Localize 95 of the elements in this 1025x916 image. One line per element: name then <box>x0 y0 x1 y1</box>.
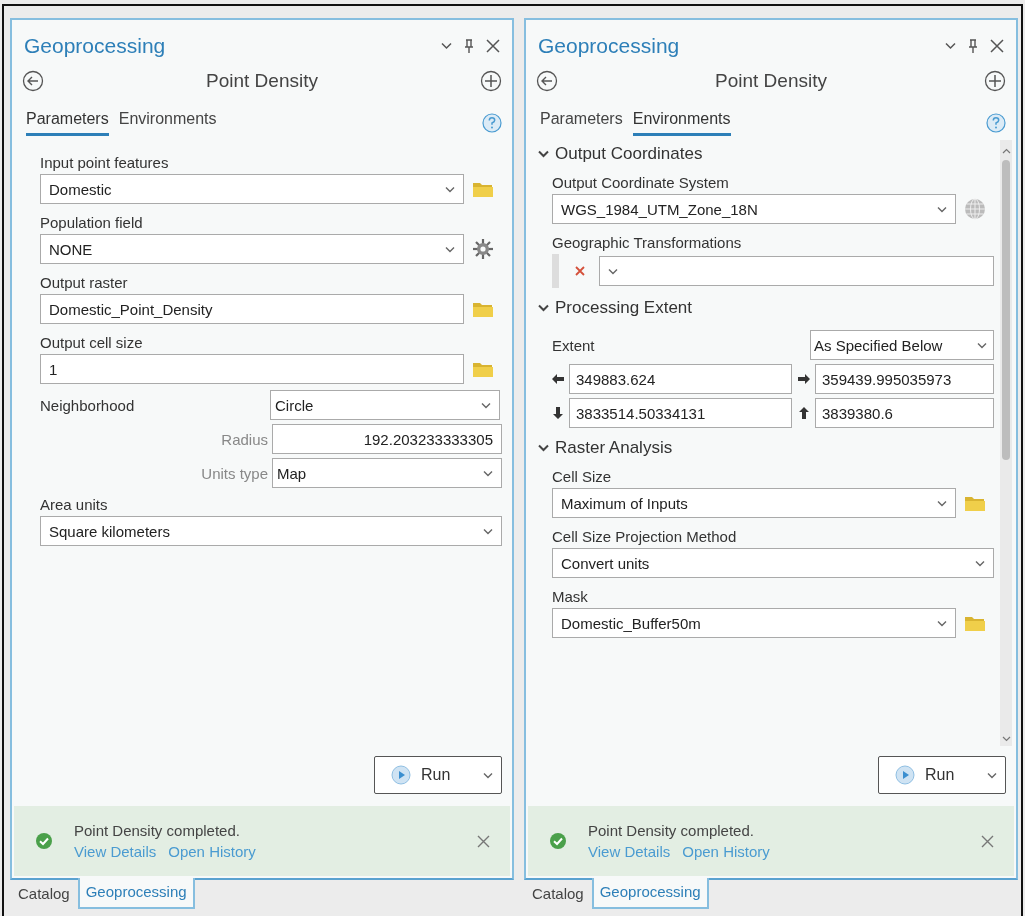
field-label: Mask <box>552 587 589 607</box>
caret-icon <box>987 771 997 779</box>
scroll-up-icon[interactable] <box>1001 148 1011 154</box>
section-header[interactable]: Processing Extent <box>538 294 994 324</box>
text-field[interactable]: 359439.995035973 <box>815 364 994 394</box>
tool-title: Point Density <box>715 70 827 92</box>
tab[interactable]: Parameters <box>540 110 623 136</box>
run-button[interactable]: Run <box>374 756 502 794</box>
arrow-icon <box>798 407 810 419</box>
dropdown-field[interactable]: Domestic_Buffer50m <box>552 608 956 638</box>
row-grip <box>552 254 559 288</box>
section-header[interactable]: Raster Analysis <box>538 434 994 464</box>
caret-icon <box>483 527 493 535</box>
field-label: Neighborhood <box>40 396 136 414</box>
help-icon[interactable] <box>986 113 1006 133</box>
dropdown-field[interactable]: NONE <box>40 234 464 264</box>
caret-icon <box>445 245 455 253</box>
caret-icon <box>608 267 618 275</box>
dropdown-field[interactable] <box>599 256 994 286</box>
check-icon <box>36 833 52 849</box>
field-label: Cell Size Projection Method <box>552 527 738 547</box>
caret-icon <box>937 619 947 627</box>
status-text: Point Density completed. <box>588 822 755 839</box>
scrollbar[interactable] <box>1000 140 1012 746</box>
field-label: Population field <box>40 213 144 233</box>
caret-icon <box>977 341 987 349</box>
text-field[interactable]: 192.203233333305 <box>272 424 502 454</box>
chevron-icon[interactable] <box>538 444 549 452</box>
text-field[interactable]: Domestic_Point_Density <box>40 294 464 324</box>
dropdown-field[interactable]: Square kilometers <box>40 516 502 546</box>
caret-icon <box>483 469 493 477</box>
back-icon[interactable] <box>22 70 44 92</box>
tool-title: Point Density <box>206 70 318 92</box>
pin-icon[interactable] <box>464 38 474 54</box>
tab[interactable]: Parameters <box>26 110 109 136</box>
check-icon <box>550 833 566 849</box>
section-header[interactable]: Output Coordinates <box>538 140 994 170</box>
field-label: Extent <box>552 336 595 354</box>
field-label: Output Coordinate System <box>552 173 730 193</box>
close-icon[interactable] <box>486 39 500 53</box>
caret-icon <box>481 401 491 409</box>
play-icon <box>391 765 411 785</box>
gear-icon[interactable] <box>472 238 494 260</box>
caret-icon <box>975 559 985 567</box>
status-text: Point Density completed. <box>74 822 241 839</box>
close-icon[interactable] <box>981 834 994 848</box>
tab[interactable]: Catalog <box>524 880 592 909</box>
caret-icon <box>937 499 947 507</box>
caret-icon[interactable] <box>945 42 956 50</box>
chevron-icon[interactable] <box>538 304 549 312</box>
arrow-icon <box>552 407 564 419</box>
close-icon[interactable] <box>477 834 490 848</box>
field-label: Radius <box>221 430 268 448</box>
dropdown-field[interactable]: Map <box>272 458 502 488</box>
field-label: Output raster <box>40 273 129 293</box>
caret-icon[interactable] <box>441 42 452 50</box>
text-field[interactable]: 3839380.6 <box>815 398 994 428</box>
text-field[interactable]: 349883.624 <box>569 364 792 394</box>
pin-icon[interactable] <box>968 38 978 54</box>
remove-icon[interactable] <box>575 266 585 276</box>
field-label: Input point features <box>40 153 170 173</box>
caret-icon <box>483 771 493 779</box>
dropdown-field[interactable]: Domestic <box>40 174 464 204</box>
add-icon[interactable] <box>984 70 1006 92</box>
run-button[interactable]: Run <box>878 756 1006 794</box>
close-icon[interactable] <box>990 39 1004 53</box>
dropdown-field[interactable]: As Specified Below <box>810 330 994 360</box>
pane-title: Geoprocessing <box>538 34 680 58</box>
tab[interactable]: Geoprocessing <box>591 878 709 909</box>
tab[interactable]: Catalog <box>10 880 78 909</box>
dropdown-field[interactable]: Convert units <box>552 548 994 578</box>
caret-icon <box>937 205 947 213</box>
tab[interactable]: Environments <box>118 110 217 136</box>
text-field[interactable]: 3833514.50334131 <box>569 398 792 428</box>
field-label: Geographic Transformations <box>552 233 743 253</box>
arrow-icon <box>798 373 810 385</box>
tab[interactable]: Geoprocessing <box>77 878 195 909</box>
back-icon[interactable] <box>536 70 558 92</box>
tab[interactable]: Environments <box>632 110 731 136</box>
chevron-icon[interactable] <box>538 150 549 158</box>
dropdown-field[interactable]: Circle <box>270 390 500 420</box>
help-icon[interactable] <box>482 113 502 133</box>
play-icon <box>895 765 915 785</box>
dropdown-field[interactable]: WGS_1984_UTM_Zone_18N <box>552 194 956 224</box>
add-icon[interactable] <box>480 70 502 92</box>
field-label: Output cell size <box>40 333 144 353</box>
field-label: Area units <box>40 495 109 515</box>
field-label: Cell Size <box>552 467 613 487</box>
scroll-down-icon[interactable] <box>1001 736 1011 742</box>
arrow-icon <box>552 373 564 385</box>
dropdown-field[interactable]: Maximum of Inputs <box>552 488 956 518</box>
field-label: Units type <box>201 464 268 482</box>
pane-title: Geoprocessing <box>24 34 166 58</box>
caret-icon <box>445 185 455 193</box>
text-field[interactable]: 1 <box>40 354 464 384</box>
